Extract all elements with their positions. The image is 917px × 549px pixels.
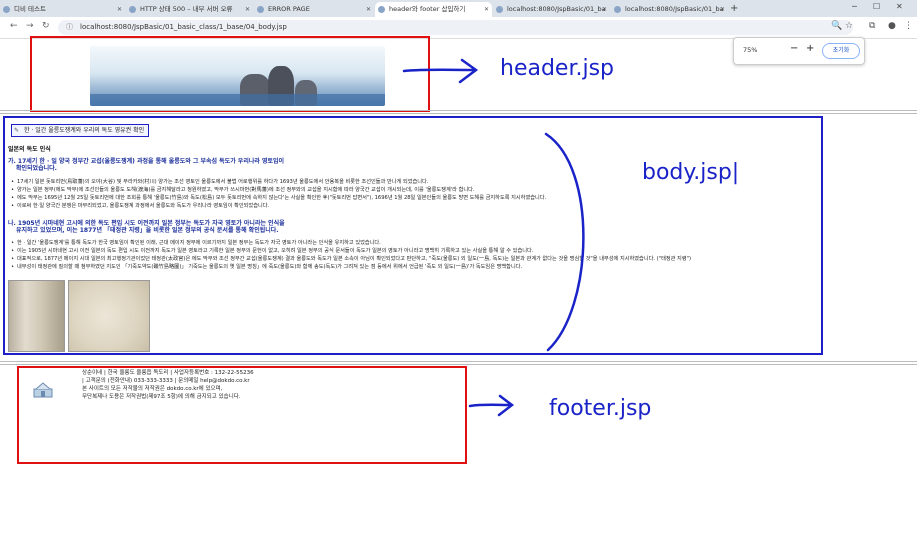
- divider: [0, 361, 917, 362]
- list-item: 한 · 일간 '울릉도쟁계'를 통해 독도가 한국 영토임이 확인된 이래, 근…: [11, 240, 381, 248]
- footer-arrow-icon: [468, 394, 515, 417]
- page-title: 일본의 독도 인식: [8, 146, 51, 153]
- close-icon[interactable]: ✕: [117, 2, 122, 17]
- zoom-in-button[interactable]: +: [806, 43, 814, 54]
- bookmark-star-icon[interactable]: ☆: [845, 21, 853, 31]
- list-item: 17세기 일본 돗토리번(鳥取藩)의 오야(大谷) 및 무라카와(村川) 양가는…: [11, 179, 428, 187]
- divider: [0, 110, 917, 111]
- back-icon[interactable]: ←: [10, 21, 18, 31]
- section-title: 유지하고 있었으며, 이는 1877년 「태정관 지령」을 비롯한 일본 정부의…: [16, 227, 279, 234]
- extensions-icon[interactable]: ⧉: [869, 21, 875, 31]
- browser-tab-strip: 디비 테스트 ✕ HTTP 상태 500 – 내부 서버 오류 ✕ ERROR PA…: [0, 0, 917, 17]
- breadcrumb: ✎ 한 · 일간 울릉도쟁계와 우리의 독도 영유권 확인: [11, 124, 150, 137]
- close-icon[interactable]: ✕: [484, 2, 489, 17]
- new-tab-button[interactable]: +: [730, 2, 738, 15]
- tab-db-test[interactable]: 디비 테스트 ✕: [0, 2, 125, 17]
- profile-icon[interactable]: ●: [888, 21, 896, 31]
- body-brace-mark: [544, 132, 585, 352]
- zoom-reset-button[interactable]: 초기화: [822, 43, 860, 59]
- header-arrow-icon: [402, 58, 479, 84]
- tab-localhost-1[interactable]: localhost:8080/JspBasic/01_ba ✕: [493, 2, 610, 17]
- document-image[interactable]: [8, 280, 65, 352]
- divider: [0, 364, 917, 365]
- close-window-icon[interactable]: ✕: [896, 2, 903, 11]
- footer-annotation-box: [17, 366, 467, 464]
- footer-label: footer.jsp: [549, 396, 652, 421]
- close-icon[interactable]: ✕: [720, 2, 725, 17]
- tab-favicon-icon: [614, 6, 621, 13]
- url-field[interactable]: ⓘ localhost:8080/JspBasic/01_basic_class/…: [58, 20, 853, 35]
- close-icon[interactable]: ✕: [602, 2, 607, 17]
- forward-icon[interactable]: →: [26, 21, 34, 31]
- tab-favicon-icon: [129, 6, 136, 13]
- divider: [0, 113, 917, 114]
- tab-error-page[interactable]: ERROR PAGE ✕: [254, 2, 374, 17]
- body-label: body.jsp|: [642, 160, 740, 185]
- zoom-popup: 75% − + 초기화: [733, 37, 865, 65]
- list-item: 양가는 일본 정부(에도 막부)에 조선인들의 울릉도 도해(渡海)를 금지해달…: [11, 187, 475, 195]
- zoom-out-button[interactable]: −: [790, 43, 798, 54]
- list-item: 내무성이 태정관에 질의할 때 첨부하였던 지도인 「기죽도약도(磯竹島略圖)」…: [11, 264, 522, 272]
- tab-http-500[interactable]: HTTP 상태 500 – 내부 서버 오류 ✕: [126, 2, 253, 17]
- map-image[interactable]: [68, 280, 150, 352]
- menu-icon[interactable]: ⋮: [904, 21, 913, 31]
- pen-icon: ✎: [14, 127, 20, 134]
- zoom-level: 75%: [743, 46, 758, 54]
- tab-favicon-icon: [496, 6, 503, 13]
- header-annotation-box: [30, 36, 430, 112]
- tab-favicon-icon: [257, 6, 264, 13]
- zoom-icon[interactable]: 🔍: [831, 21, 842, 31]
- maximize-icon[interactable]: ☐: [873, 2, 880, 11]
- header-label: header.jsp: [500, 56, 615, 81]
- close-icon[interactable]: ✕: [366, 2, 371, 17]
- tab-favicon-icon: [3, 6, 10, 13]
- tab-favicon-icon: [378, 6, 385, 13]
- list-item: 이는 1905년 시마네현 고시 이전 일본의 독도 편입 시도 이전까지 독도…: [11, 248, 533, 256]
- close-icon[interactable]: ✕: [245, 2, 250, 17]
- reload-icon[interactable]: ↻: [42, 21, 50, 31]
- site-info-icon[interactable]: ⓘ: [66, 20, 73, 35]
- tab-header-footer[interactable]: header와 footer 삽입하기 ✕: [375, 2, 492, 17]
- section-title: 확인되었습니다.: [16, 165, 57, 172]
- list-item: 이로써 한·일 양국간 분쟁은 마무리되었고, 울릉도쟁계 과정에서 울릉도와 …: [11, 203, 269, 211]
- list-item: 에도 막부는 1695년 12월 25일 돗토리번에 대한 조회를 통해 '울릉…: [11, 195, 546, 203]
- tab-localhost-2[interactable]: localhost:8080/JspBasic/01_ba ✕: [611, 2, 728, 17]
- minimize-icon[interactable]: ─: [852, 2, 857, 11]
